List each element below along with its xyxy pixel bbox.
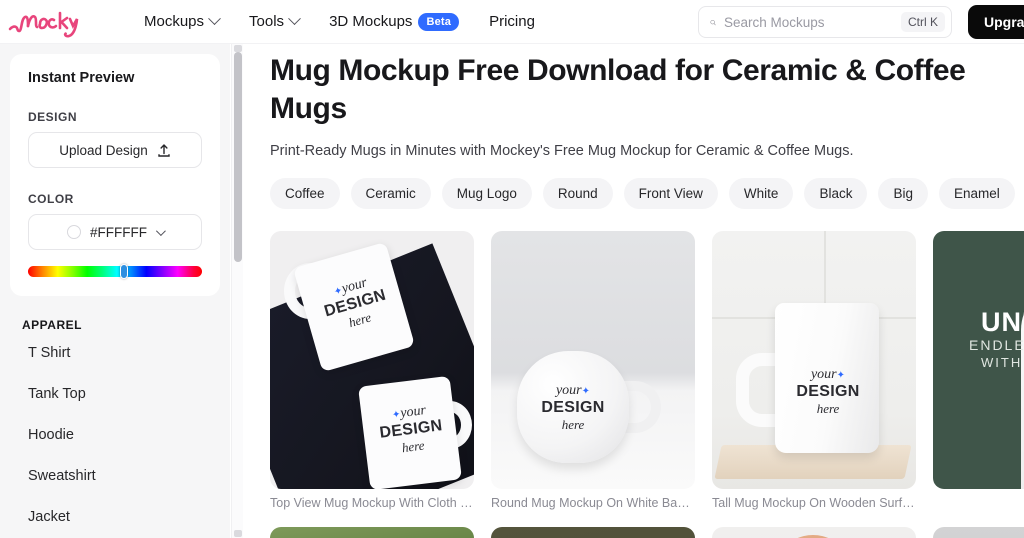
filter-chip-front-view[interactable]: Front View bbox=[623, 178, 718, 209]
nav-item-mockups-label: Mockups bbox=[144, 13, 205, 30]
filter-chip-big[interactable]: Big bbox=[878, 178, 928, 209]
sidebar-item-jacket[interactable]: Jacket bbox=[22, 496, 230, 537]
instant-preview-panel: Instant Preview DESIGN Upload Design COL… bbox=[10, 54, 220, 296]
mockup-card[interactable] bbox=[712, 527, 916, 538]
sidebar-item-hoodie[interactable]: Hoodie bbox=[22, 414, 230, 455]
mockup-thumbnail[interactable] bbox=[933, 527, 1024, 538]
main-content: Mug Mockup Free Download for Ceramic & C… bbox=[244, 44, 1024, 538]
sidebar-scrollbar[interactable] bbox=[231, 44, 243, 538]
filter-chip-round[interactable]: Round bbox=[542, 178, 613, 209]
mockup-card[interactable] bbox=[491, 527, 695, 538]
nav-item-pricing[interactable]: Pricing bbox=[489, 13, 535, 30]
upload-design-label: Upload Design bbox=[59, 142, 148, 158]
promo-card[interactable]: UNL ENDLE WITH O bbox=[933, 231, 1024, 510]
hue-slider-track bbox=[28, 266, 202, 277]
nav-item-tools-label: Tools bbox=[249, 13, 285, 30]
sidebar-item-sweatshirt[interactable]: Sweatshirt bbox=[22, 455, 230, 496]
top-navigation-bar: Mockups Tools 3D Mockups Beta Pricing Ct… bbox=[0, 0, 1024, 44]
mockup-thumbnail[interactable]: ✦your DESIGN here ✦your DESIGN here bbox=[270, 231, 474, 489]
sidebar-item-t-shirt[interactable]: T Shirt bbox=[22, 332, 230, 373]
sidebar-item-tank-top[interactable]: Tank Top bbox=[22, 373, 230, 414]
promo-headline-3: WITH O bbox=[981, 355, 1024, 370]
filter-chip-enamel[interactable]: Enamel bbox=[938, 178, 1015, 209]
sidebar-scrollbar-thumb[interactable] bbox=[234, 52, 242, 262]
mockup-thumbnail[interactable] bbox=[491, 527, 695, 538]
nav-item-3d-mockups[interactable]: 3D Mockups Beta bbox=[329, 12, 460, 31]
mockup-thumbnail[interactable]: your✦ DESIGN here bbox=[712, 231, 916, 489]
promo-headline-2: ENDLE bbox=[969, 337, 1024, 353]
mug-body bbox=[775, 303, 879, 453]
search-shortcut-hint: Ctrl K bbox=[901, 12, 945, 32]
color-section-label: COLOR bbox=[28, 192, 74, 206]
search-bar[interactable]: Ctrl K bbox=[698, 6, 952, 38]
promo-thumbnail[interactable]: UNL ENDLE WITH O bbox=[933, 231, 1024, 489]
mockup-caption: Round Mug Mockup On White Backg... bbox=[491, 496, 695, 510]
page-title: Mug Mockup Free Download for Ceramic & C… bbox=[270, 54, 966, 125]
mockup-thumbnail[interactable]: your✦ DESIGN here bbox=[491, 231, 695, 489]
upload-design-button[interactable]: Upload Design bbox=[28, 132, 202, 168]
nav-item-3d-mockups-label: 3D Mockups bbox=[329, 13, 413, 30]
mockup-grid: ✦your DESIGN here ✦your DESIGN here Top … bbox=[270, 231, 1024, 538]
hue-slider-thumb[interactable] bbox=[120, 264, 129, 279]
upload-icon bbox=[158, 143, 170, 157]
chevron-down-icon bbox=[288, 12, 301, 26]
mockup-card[interactable] bbox=[270, 527, 474, 538]
mockup-card[interactable] bbox=[933, 527, 1024, 538]
filter-chip-row: Coffee Ceramic Mug Logo Round Front View… bbox=[270, 178, 1024, 209]
design-section-label: DESIGN bbox=[28, 110, 78, 124]
nav-item-pricing-label: Pricing bbox=[489, 13, 535, 30]
scroll-up-arrow-icon[interactable] bbox=[234, 45, 242, 52]
scroll-down-arrow-icon[interactable] bbox=[234, 530, 242, 537]
search-icon bbox=[710, 19, 716, 25]
color-select[interactable]: #FFFFFF bbox=[28, 214, 202, 250]
mockup-caption: Tall Mug Mockup On Wooden Surface bbox=[712, 496, 916, 510]
apparel-section-label: APPAREL bbox=[22, 318, 82, 332]
nav-item-mockups[interactable]: Mockups bbox=[144, 12, 221, 30]
left-sidebar: Instant Preview DESIGN Upload Design COL… bbox=[0, 44, 230, 538]
primary-nav-links: Mockups Tools 3D Mockups Beta Pricing bbox=[144, 12, 535, 31]
mockup-thumbnail[interactable] bbox=[270, 527, 474, 538]
apparel-category-list: APPAREL T Shirt Tank Top Hoodie Sweatshi… bbox=[0, 296, 230, 537]
instant-preview-title: Instant Preview bbox=[28, 70, 135, 86]
chevron-down-icon bbox=[155, 225, 166, 236]
filter-chip-ceramic[interactable]: Ceramic bbox=[350, 178, 431, 209]
filter-chip-black[interactable]: Black bbox=[804, 178, 868, 209]
promo-headline-1: UNL bbox=[981, 307, 1024, 337]
mockey-logo[interactable] bbox=[4, 2, 108, 42]
page-subtitle: Print-Ready Mugs in Minutes with Mockey'… bbox=[270, 143, 854, 159]
beta-badge: Beta bbox=[418, 12, 460, 31]
hue-slider[interactable] bbox=[28, 264, 202, 279]
mockup-thumbnail[interactable] bbox=[712, 527, 916, 538]
filter-chip-mug-logo[interactable]: Mug Logo bbox=[441, 178, 532, 209]
upgrade-button[interactable]: Upgrade bbox=[968, 5, 1024, 39]
mug-body bbox=[358, 375, 462, 489]
search-input[interactable] bbox=[724, 14, 901, 30]
filter-chip-white[interactable]: White bbox=[728, 178, 794, 209]
mug-body bbox=[517, 351, 629, 463]
color-value: #FFFFFF bbox=[90, 224, 147, 240]
mockup-card[interactable]: your✦ DESIGN here Tall Mug Mockup On Woo… bbox=[712, 231, 916, 510]
chevron-down-icon bbox=[208, 12, 221, 26]
mockup-card[interactable]: your✦ DESIGN here Round Mug Mockup On Wh… bbox=[491, 231, 695, 510]
color-swatch-icon bbox=[67, 225, 81, 239]
mockup-caption: Top View Mug Mockup With Cloth B... bbox=[270, 496, 474, 510]
nav-item-tools[interactable]: Tools bbox=[249, 12, 301, 30]
mockup-card[interactable]: ✦your DESIGN here ✦your DESIGN here Top … bbox=[270, 231, 474, 510]
filter-chip-coffee[interactable]: Coffee bbox=[270, 178, 340, 209]
